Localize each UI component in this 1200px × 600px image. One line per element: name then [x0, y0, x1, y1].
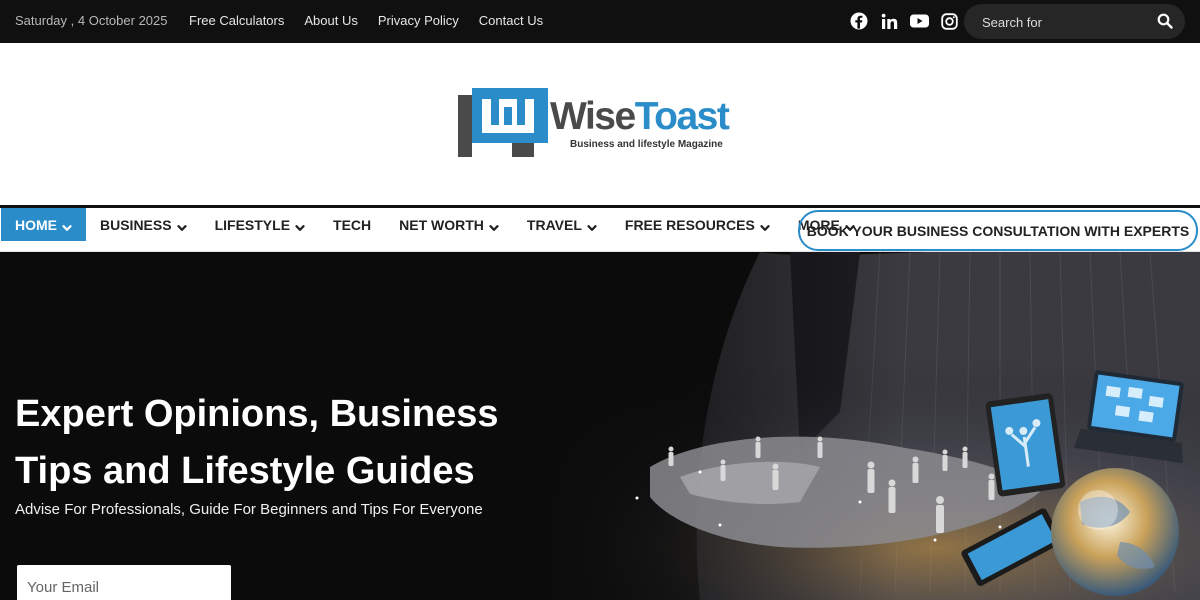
- hero-headline: Expert Opinions, Business Tips and Lifest…: [15, 386, 575, 500]
- search-icon[interactable]: [1157, 13, 1173, 29]
- nav-item-label: HOME: [15, 216, 57, 233]
- hero-headline-line-1: Expert Opinions, Business: [15, 393, 499, 435]
- nav-item-free-resources[interactable]: FREE RESOURCES: [611, 208, 784, 241]
- nav-item-tech[interactable]: TECH: [319, 208, 385, 241]
- nav-item-label: NET WORTH: [399, 216, 484, 233]
- hero-subheadline: Advise For Professionals, Guide For Begi…: [15, 501, 483, 518]
- toplink-about-us[interactable]: About Us: [304, 13, 357, 28]
- logo-mark: [458, 88, 548, 157]
- site-logo[interactable]: WiseToast Business and lifestyle Magazin…: [458, 87, 748, 159]
- top-bar: Saturday , 4 October 2025 Free Calculato…: [0, 0, 1200, 43]
- search-input[interactable]: [982, 12, 1142, 32]
- linkedin-icon[interactable]: [879, 11, 899, 31]
- hero-headline-line-2: Tips and Lifestyle Guides: [15, 450, 475, 492]
- logo-wordmark: WiseToast: [550, 95, 730, 138]
- chevron-down-icon: [295, 220, 305, 231]
- nav-item-label: BUSINESS: [100, 216, 172, 233]
- book-consultation-button[interactable]: BOOK YOUR BUSINESS CONSULTATION WITH EXP…: [798, 210, 1198, 251]
- email-field[interactable]: [17, 565, 231, 600]
- chevron-down-icon: [489, 220, 499, 231]
- current-date: Saturday , 4 October 2025: [15, 13, 168, 28]
- main-nav: HOME BUSINESS LIFESTYLE TECH NET WORTH TRAVEL…: [0, 205, 1200, 252]
- nav-items: HOME BUSINESS LIFESTYLE TECH NET WORTH TRAVEL…: [1, 208, 869, 241]
- nav-item-net-worth[interactable]: NET WORTH: [385, 208, 513, 241]
- facebook-icon[interactable]: [849, 11, 869, 31]
- nav-item-home[interactable]: HOME: [1, 208, 86, 241]
- nav-item-label: FREE RESOURCES: [624, 216, 755, 233]
- nav-item-label: TRAVEL: [526, 216, 582, 233]
- social-links: [849, 11, 959, 31]
- chevron-down-icon: [760, 220, 770, 231]
- chevron-down-icon: [587, 220, 597, 231]
- nav-item-lifestyle[interactable]: LIFESTYLE: [201, 208, 319, 241]
- chevron-down-icon: [62, 220, 72, 231]
- toplink-free-calculators[interactable]: Free Calculators: [189, 13, 284, 28]
- search-box: [964, 4, 1185, 39]
- site-header: WiseToast Business and lifestyle Magazin…: [0, 43, 1200, 205]
- chevron-down-icon: [176, 220, 187, 231]
- instagram-icon[interactable]: [939, 11, 959, 31]
- nav-item-travel[interactable]: TRAVEL: [513, 208, 611, 241]
- nav-item-label: LIFESTYLE: [214, 216, 291, 233]
- top-links: Free Calculators About Us Privacy Policy…: [189, 13, 543, 28]
- logo-tagline: Business and lifestyle Magazine: [570, 139, 723, 150]
- toplink-contact-us[interactable]: Contact Us: [479, 13, 543, 28]
- nav-item-label: TECH: [333, 216, 372, 233]
- youtube-icon[interactable]: [909, 11, 929, 31]
- logo-word-toast: Toast: [634, 95, 730, 138]
- hero-section: Expert Opinions, Business Tips and Lifest…: [0, 252, 1200, 600]
- toplink-privacy-policy[interactable]: Privacy Policy: [378, 13, 459, 28]
- nav-item-business[interactable]: BUSINESS: [86, 208, 201, 241]
- logo-word-wise: Wise: [550, 95, 636, 138]
